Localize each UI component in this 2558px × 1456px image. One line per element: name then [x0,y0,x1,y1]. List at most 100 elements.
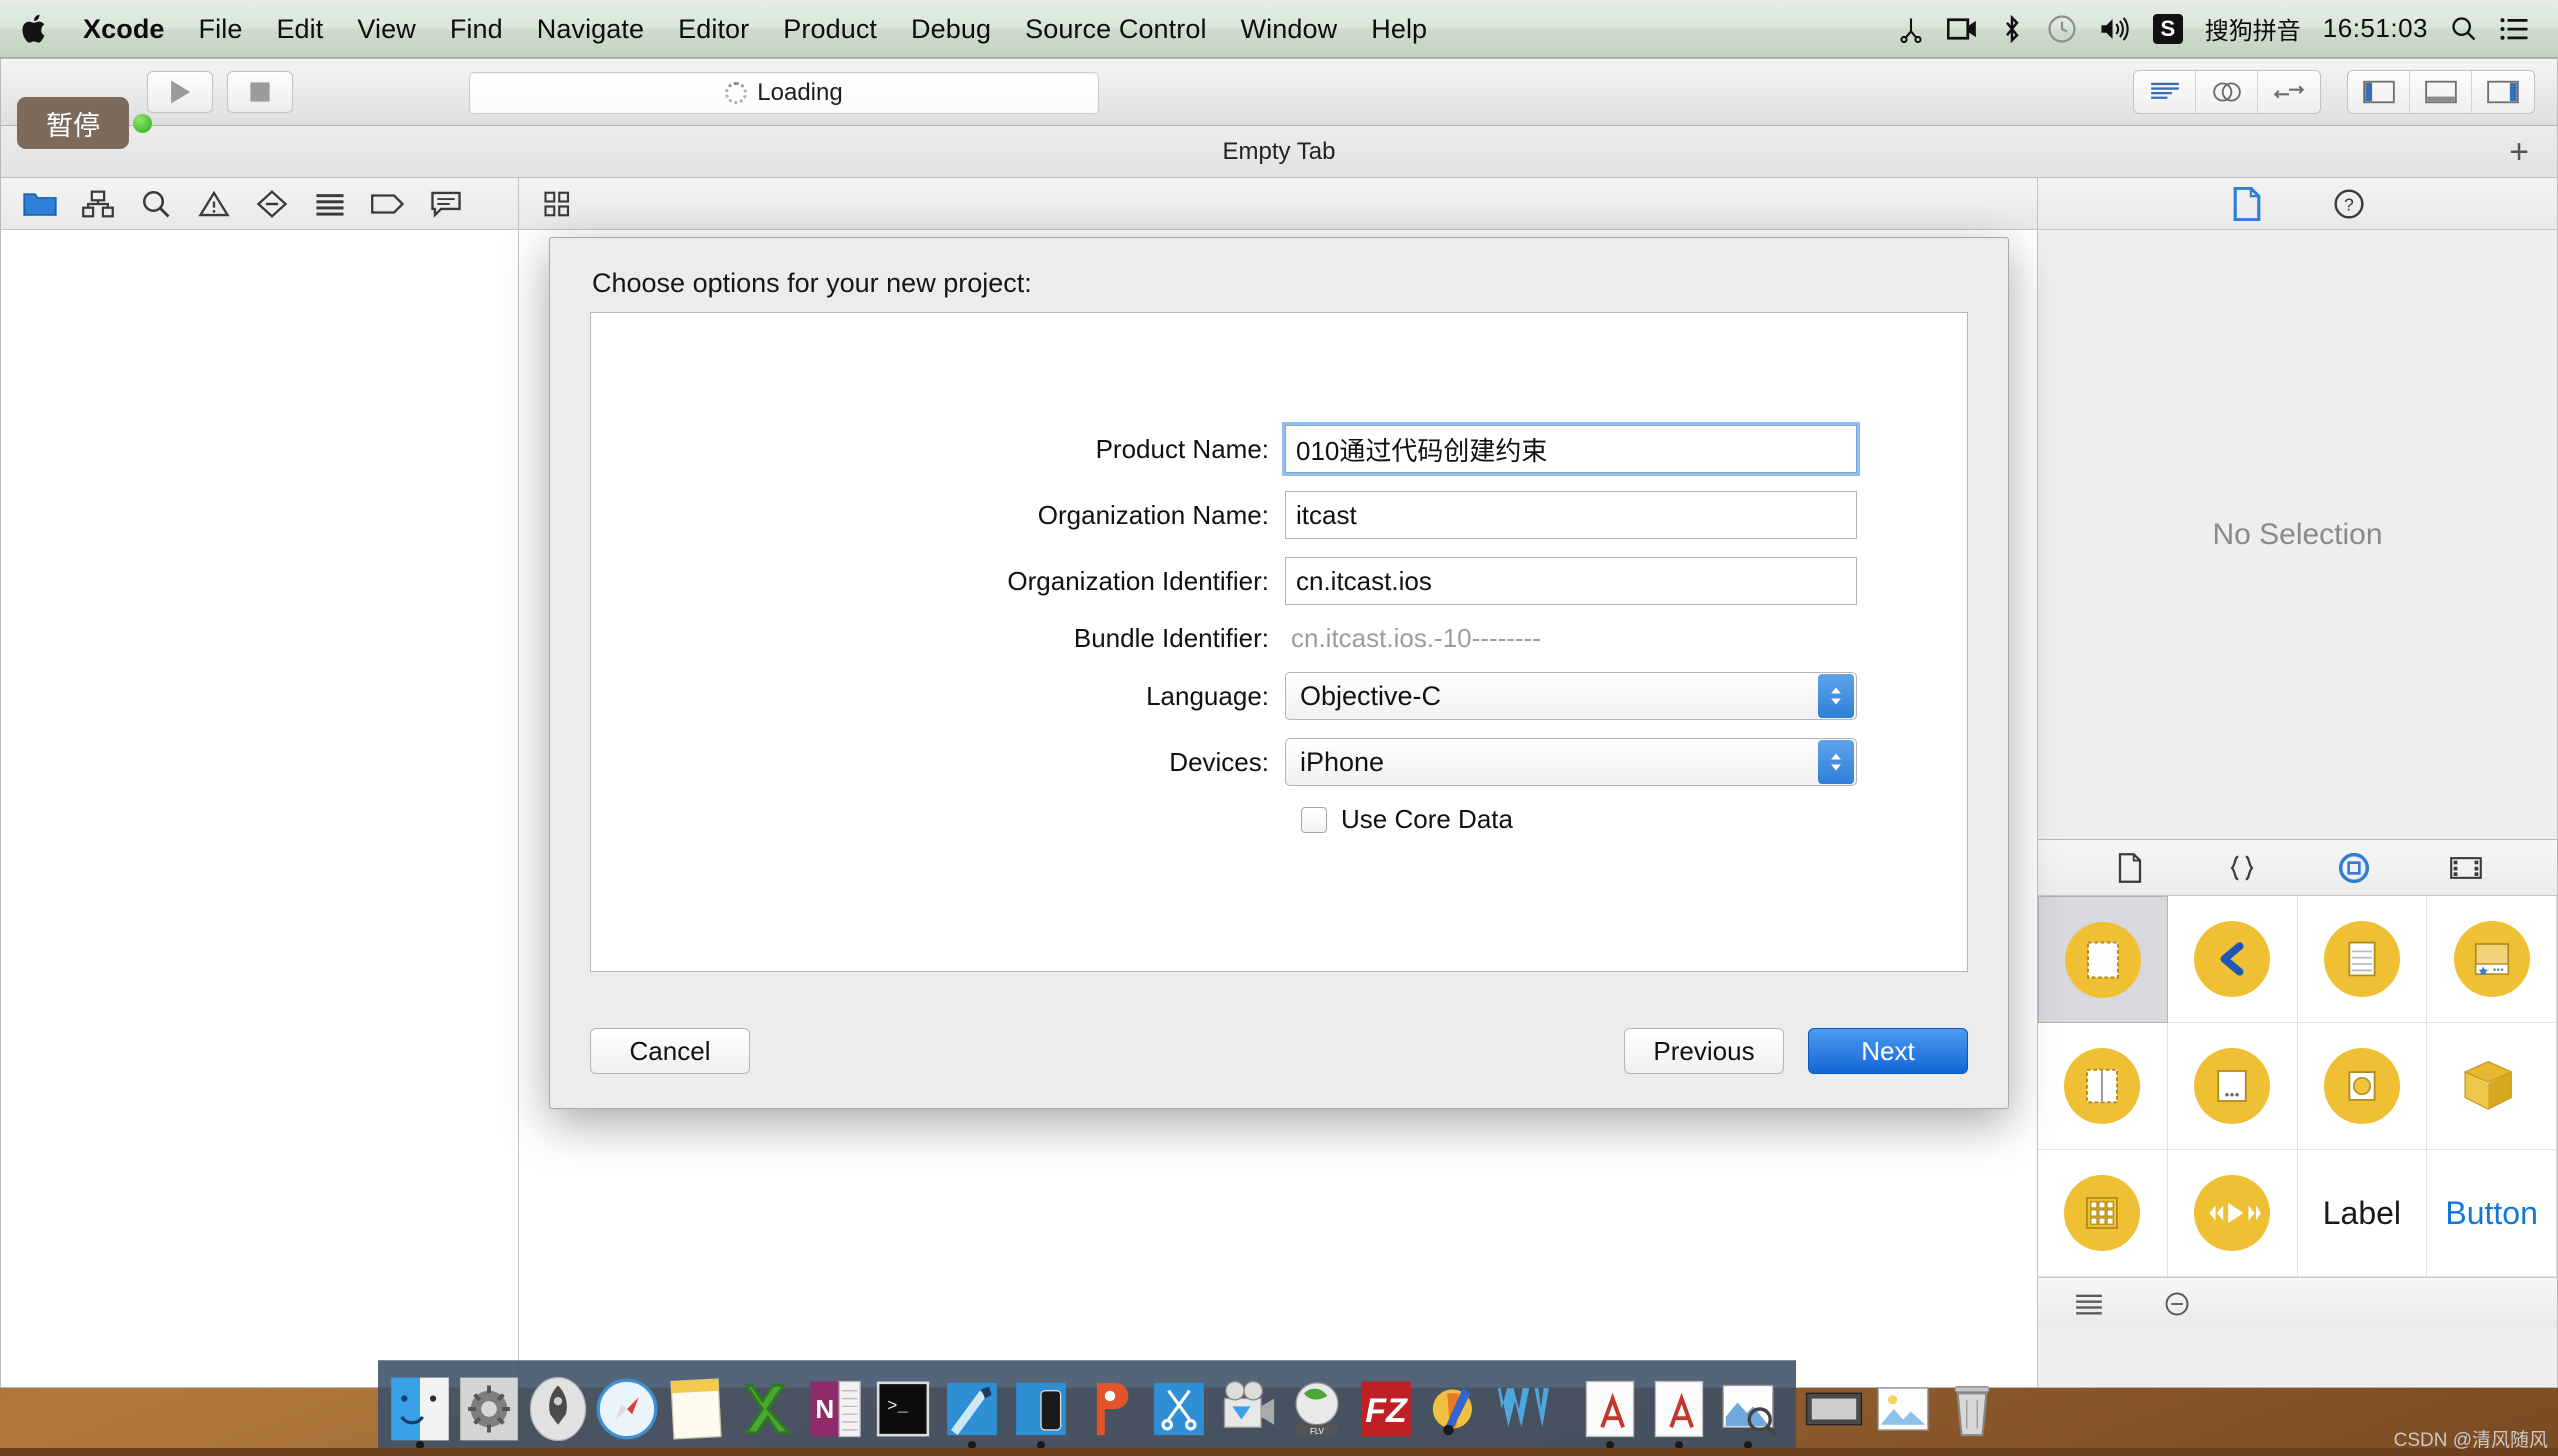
cube-icon [2454,1048,2530,1124]
list-view-icon[interactable] [2060,1278,2118,1330]
dock-item-snipping[interactable] [1147,1375,1211,1443]
notification-center-icon[interactable] [2500,16,2530,42]
dock-item-photos[interactable] [1871,1375,1935,1443]
menu-item-find[interactable]: Find [433,0,520,58]
menu-item-file[interactable]: File [182,0,260,58]
time-machine-icon[interactable] [2047,14,2077,44]
bluetooth-icon[interactable] [1999,14,2025,44]
library-item-view-controller[interactable] [2038,896,2168,1023]
menu-item-xcode[interactable]: Xcode [66,0,182,58]
menu-item-source-control[interactable]: Source Control [1008,0,1224,58]
menu-item-edit[interactable]: Edit [259,0,340,58]
menu-item-editor[interactable]: Editor [661,0,766,58]
standard-editor-icon[interactable] [2134,71,2196,113]
library-item-button[interactable]: Button [2427,1150,2557,1277]
status-text: Loading [757,79,842,107]
quick-help-icon[interactable]: ? [2320,178,2378,230]
product-name-field[interactable] [1285,425,1857,473]
related-items-icon[interactable] [529,178,587,230]
project-navigator-icon[interactable] [11,178,69,230]
tab-empty-tab[interactable]: Empty Tab [1223,138,1336,166]
organization-identifier-field[interactable] [1285,557,1857,605]
find-navigator-icon[interactable] [127,178,185,230]
next-button[interactable]: Next [1808,1028,1968,1074]
assistant-editor-icon[interactable] [2196,71,2258,113]
spotlight-search-icon[interactable] [2450,15,2478,43]
dock-item-safari[interactable] [595,1375,659,1443]
navigator-toggle-icon[interactable] [2348,71,2410,113]
dock-item-appstore-a[interactable] [1578,1375,1642,1443]
dock-item-filezilla[interactable]: FZ [1354,1375,1418,1443]
dock-item-appstore-b[interactable] [1647,1375,1711,1443]
library-item-split-view-controller[interactable] [2038,1023,2168,1150]
dock-item-mplayer[interactable]: FLV [1285,1375,1349,1443]
add-tab-button[interactable]: + [2499,126,2539,178]
file-template-library-icon[interactable] [2101,842,2159,894]
library-item-tab-bar-controller[interactable] [2427,896,2557,1023]
screen-record-icon[interactable] [1947,15,1977,43]
volume-icon[interactable] [2099,15,2131,43]
ime-badge-icon[interactable]: S [2153,14,2183,44]
previous-button[interactable]: Previous [1624,1028,1784,1074]
dock-item-utility[interactable] [1423,1375,1487,1443]
media-library-icon[interactable] [2437,842,2495,894]
dock-item-terminal[interactable]: >_ [871,1375,935,1443]
language-popup[interactable]: Objective-C [1285,672,1857,720]
object-library-icon[interactable] [2325,842,2383,894]
library-item-label[interactable]: Label [2298,1150,2428,1277]
menu-item-view[interactable]: View [340,0,432,58]
navigator-content-area[interactable] [1,230,518,1388]
dock-item-finder[interactable] [388,1375,452,1443]
dock-item-onenote[interactable]: N [802,1375,866,1443]
cancel-button[interactable]: Cancel [590,1028,750,1074]
file-inspector-icon[interactable] [2218,178,2276,230]
test-navigator-icon[interactable] [243,178,301,230]
menu-item-debug[interactable]: Debug [894,0,1008,58]
library-item-glkit-view-controller[interactable] [2298,1023,2428,1150]
library-item-table-view-controller[interactable] [2298,896,2428,1023]
debug-area-toggle-icon[interactable] [2410,71,2472,113]
apple-logo-icon[interactable] [18,10,52,48]
dock-item-trash[interactable] [1940,1375,2004,1443]
library-item-collection-view-controller[interactable] [2038,1150,2168,1277]
filter-icon[interactable] [2148,1278,2206,1330]
code-snippet-library-icon[interactable] [2213,842,2271,894]
library-item-av-player-view-controller[interactable] [2168,1150,2298,1277]
devices-popup[interactable]: iPhone [1285,738,1857,786]
breakpoint-navigator-icon[interactable] [359,178,417,230]
menu-item-navigate[interactable]: Navigate [520,0,661,58]
library-item-page-view-controller[interactable] [2168,1023,2298,1150]
dock-item-excel[interactable] [733,1375,797,1443]
symbol-navigator-icon[interactable] [69,178,127,230]
dock-item-simulator[interactable] [1009,1375,1073,1443]
menu-bar-clock[interactable]: 16:51:03 [2323,13,2428,44]
activity-status-field[interactable]: Loading [469,72,1099,114]
dock-item-powerpoint[interactable] [1078,1375,1142,1443]
dock-item-screenshot[interactable] [1802,1375,1866,1443]
dock-item-launchpad[interactable] [526,1375,590,1443]
run-status-dot [133,114,152,133]
dock-item-wps[interactable] [1492,1375,1556,1443]
version-editor-icon[interactable] [2258,71,2320,113]
report-navigator-icon[interactable] [417,178,475,230]
scissors-icon[interactable] [1897,14,1925,44]
issue-navigator-icon[interactable] [185,178,243,230]
menu-item-product[interactable]: Product [766,0,894,58]
dock-item-quicktime[interactable] [1216,1375,1280,1443]
library-item-object[interactable] [2427,1023,2557,1150]
pause-tooltip[interactable]: 暂停 [17,97,129,149]
menu-item-window[interactable]: Window [1224,0,1355,58]
library-item-navigation-controller[interactable] [2168,896,2298,1023]
stop-button[interactable] [227,71,293,113]
dock-item-preview[interactable] [1716,1375,1780,1443]
dock-item-system-preferences[interactable] [457,1375,521,1443]
organization-name-field[interactable] [1285,491,1857,539]
debug-navigator-icon[interactable] [301,178,359,230]
editor-mode-segmented-control [2133,70,2321,114]
use-core-data-checkbox[interactable] [1301,807,1327,833]
run-button[interactable] [147,71,213,113]
dock-item-notes[interactable] [664,1375,728,1443]
utilities-toggle-icon[interactable] [2472,71,2534,113]
dock-item-xcode[interactable] [940,1375,1004,1443]
menu-item-help[interactable]: Help [1354,0,1444,58]
